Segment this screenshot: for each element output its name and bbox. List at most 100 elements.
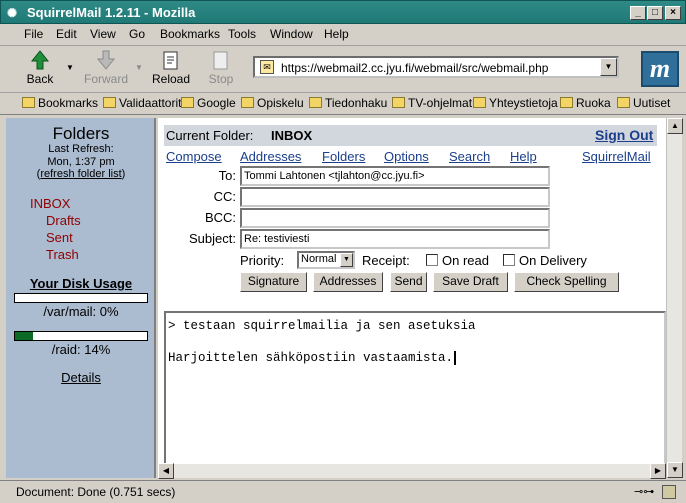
on-delivery-label: On Delivery (519, 253, 587, 268)
folder-icon (392, 97, 405, 108)
chevron-down-icon: ▼ (340, 253, 353, 267)
priority-select[interactable]: Normal ▼ (297, 251, 355, 269)
folder-header: Current Folder: INBOX Sign Out (164, 125, 657, 146)
sign-out-link[interactable]: Sign Out (595, 127, 653, 143)
forward-label: Forward (83, 72, 128, 86)
subject-field[interactable]: Re: testiviesti (240, 229, 550, 249)
status-bar: Document: Done (0.751 secs) ⊸⊶ (0, 480, 686, 503)
scroll-left-icon[interactable]: ◀ (158, 463, 174, 479)
menu-bar: File Edit View Go Bookmarks Tools Window… (0, 24, 686, 46)
scroll-down-icon[interactable]: ▼ (667, 462, 683, 478)
squirrelmail-link[interactable]: SquirrelMail (582, 149, 651, 164)
nav-search[interactable]: Search (449, 149, 490, 164)
reload-icon (163, 51, 178, 70)
forward-button[interactable]: Forward (80, 49, 132, 89)
maximize-button[interactable]: □ (647, 6, 663, 20)
folder-drafts[interactable]: Drafts (46, 213, 81, 228)
cc-label: CC: (213, 189, 236, 204)
back-label: Back (26, 72, 54, 86)
to-label: To: (218, 168, 236, 183)
bookmark-item[interactable]: Yhteystietoja (473, 96, 558, 110)
horizontal-scrollbar[interactable]: ◀ ▶ (158, 463, 666, 479)
addresses-button[interactable]: Addresses (313, 272, 383, 292)
url-dropdown-icon[interactable]: ▼ (600, 58, 617, 76)
menu-bookmarks[interactable]: Bookmarks (160, 27, 220, 41)
menu-window[interactable]: Window (270, 27, 313, 41)
menu-edit[interactable]: Edit (56, 27, 77, 41)
signature-button[interactable]: Signature (240, 272, 307, 292)
check-spelling-button[interactable]: Check Spelling (514, 272, 619, 292)
subject-label: Subject: (189, 231, 236, 246)
url-text: https://webmail2.cc.jyu.fi/webmail/src/w… (281, 61, 549, 75)
nav-addresses[interactable]: Addresses (240, 149, 301, 164)
title-bar: ✺ SquirrelMail 1.2.11 - Mozilla _ □ × (0, 0, 686, 24)
nav-help[interactable]: Help (510, 149, 537, 164)
mozilla-logo-icon[interactable]: m (641, 51, 679, 87)
bookmark-item[interactable]: Validaattorit (103, 96, 181, 110)
menu-view[interactable]: View (90, 27, 116, 41)
refresh-folder-list-link[interactable]: refresh folder list (40, 168, 121, 180)
vertical-scrollbar[interactable]: ▲ ▼ (666, 118, 683, 478)
last-refresh-time: Mon, 1:37 pm (47, 156, 115, 168)
menu-file[interactable]: File (24, 27, 43, 41)
body-blank-line (168, 334, 662, 350)
url-bar[interactable]: ✉ https://webmail2.cc.jyu.fi/webmail/src… (253, 56, 619, 78)
bcc-field[interactable] (240, 208, 550, 228)
window-title: SquirrelMail 1.2.11 - Mozilla (27, 5, 196, 20)
folder-icon (241, 97, 254, 108)
folder-icon (309, 97, 322, 108)
quota-fill-raid (15, 332, 34, 340)
on-read-label: On read (442, 253, 489, 268)
details-link[interactable]: Details (6, 370, 156, 385)
last-refresh-label: Last Refresh: (48, 143, 114, 155)
nav-folders[interactable]: Folders (322, 149, 365, 164)
back-button[interactable]: Back (15, 49, 65, 89)
back-dropdown-icon[interactable]: ▼ (66, 63, 74, 72)
on-delivery-checkbox[interactable] (503, 254, 515, 266)
refresh-folder-list: (refresh folder list) (36, 168, 126, 180)
menu-help[interactable]: Help (324, 27, 349, 41)
bcc-label: BCC: (204, 210, 236, 225)
folder-icon (617, 97, 630, 108)
minimize-button[interactable]: _ (630, 6, 646, 20)
bookmark-item[interactable]: Opiskelu (241, 96, 304, 110)
forward-dropdown-icon[interactable]: ▼ (135, 63, 143, 72)
body-quoted-line: > testaan squirrelmailia ja sen asetuksi… (168, 319, 476, 333)
bookmark-item[interactable]: TV-ohjelmat (392, 96, 472, 110)
scroll-up-icon[interactable]: ▲ (667, 118, 683, 134)
to-field[interactable]: Tommi Lahtonen <tjlahton@cc.jyu.fi> (240, 166, 550, 186)
folder-icon (181, 97, 194, 108)
scroll-right-icon[interactable]: ▶ (650, 463, 666, 479)
forward-arrow-icon (96, 50, 116, 70)
message-body[interactable]: > testaan squirrelmailia ja sen asetuksi… (164, 311, 666, 478)
close-button[interactable]: × (665, 6, 681, 20)
quota-label-raid: /raid: 14% (51, 342, 111, 357)
connection-icon: ⊸⊶ (634, 486, 655, 498)
nav-compose[interactable]: Compose (166, 149, 222, 164)
save-draft-button[interactable]: Save Draft (433, 272, 508, 292)
receipt-label: Receipt: (362, 253, 410, 268)
quota-bar-var-mail (14, 293, 148, 303)
cc-field[interactable] (240, 187, 550, 207)
stop-button[interactable]: Stop (196, 49, 246, 89)
folder-icon (560, 97, 573, 108)
bookmark-item[interactable]: Tiedonhaku (309, 96, 387, 110)
status-text: Document: Done (0.751 secs) (16, 485, 176, 499)
folder-inbox[interactable]: INBOX (30, 196, 70, 211)
current-folder-name: INBOX (271, 128, 313, 143)
send-button[interactable]: Send (390, 272, 427, 292)
folder-trash[interactable]: Trash (46, 247, 79, 262)
priority-value: Normal (301, 253, 337, 265)
security-lock-icon[interactable] (662, 485, 676, 499)
nav-options[interactable]: Options (384, 149, 429, 164)
bookmark-item[interactable]: Google (181, 96, 236, 110)
menu-tools[interactable]: Tools (228, 27, 256, 41)
bookmark-item[interactable]: Ruoka (560, 96, 611, 110)
bookmark-item[interactable]: Uutiset (617, 96, 670, 110)
menu-go[interactable]: Go (129, 27, 145, 41)
bookmark-item[interactable]: Bookmarks (22, 96, 98, 110)
folder-sent[interactable]: Sent (46, 230, 73, 245)
reload-button[interactable]: Reload (146, 49, 196, 89)
stop-icon (213, 51, 228, 70)
on-read-checkbox[interactable] (426, 254, 438, 266)
